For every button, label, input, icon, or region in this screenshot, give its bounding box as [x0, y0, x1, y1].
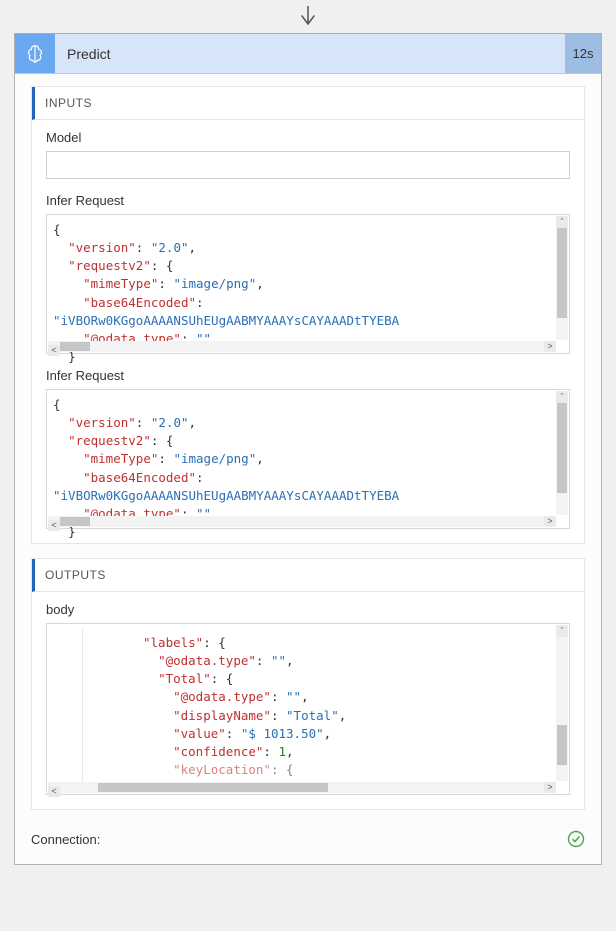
infer-request-1-label: Infer Request: [46, 193, 570, 208]
vertical-scroll-thumb[interactable]: [557, 228, 567, 318]
inputs-section: INPUTS Model Infer Request { "version": …: [31, 86, 585, 544]
scroll-up-arrow-icon[interactable]: ˆ: [556, 625, 568, 637]
infer-request-2-label: Infer Request: [46, 368, 570, 383]
body-code[interactable]: "labels": { "@odata.type": "", "Total": …: [46, 623, 570, 795]
scroll-left-arrow-icon[interactable]: <: [48, 520, 60, 531]
status-ok-icon: [567, 830, 585, 848]
vertical-scrollbar[interactable]: ˆ: [556, 216, 568, 340]
inputs-heading: INPUTS: [32, 87, 584, 120]
scroll-up-arrow-icon[interactable]: ˆ: [556, 391, 568, 403]
infer-request-1-group: Infer Request { "version": "2.0", "reque…: [46, 193, 570, 354]
vertical-scrollbar[interactable]: ˆ: [556, 391, 568, 515]
body-field-group: body "labels": { "@odata.type": "", "Tot…: [46, 602, 570, 795]
scroll-up-arrow-icon[interactable]: ˆ: [556, 216, 568, 228]
card-header: Predict 12s: [15, 34, 601, 74]
duration-badge: 12s: [565, 34, 601, 73]
horizontal-scrollbar[interactable]: < >: [48, 782, 556, 793]
model-field-group: Model: [46, 130, 570, 179]
connection-row: Connection:: [31, 824, 585, 854]
vertical-scroll-thumb[interactable]: [557, 403, 567, 493]
scroll-right-arrow-icon[interactable]: >: [544, 516, 556, 527]
infer-request-1-code[interactable]: { "version": "2.0", "requestv2": { "mime…: [46, 214, 570, 354]
horizontal-scrollbar[interactable]: < >: [48, 341, 556, 352]
flow-arrow-down: [0, 0, 616, 33]
horizontal-scroll-thumb[interactable]: [60, 517, 90, 526]
vertical-scroll-thumb[interactable]: [557, 725, 567, 765]
code-content: "labels": { "@odata.type": "", "Total": …: [82, 628, 556, 783]
body-label: body: [46, 602, 570, 617]
vertical-scrollbar[interactable]: ˆ: [556, 625, 568, 781]
model-input[interactable]: [46, 151, 570, 179]
outputs-section: OUTPUTS body "labels": { "@odata.type": …: [31, 558, 585, 810]
scroll-left-arrow-icon[interactable]: <: [48, 345, 60, 356]
infer-request-2-code[interactable]: { "version": "2.0", "requestv2": { "mime…: [46, 389, 570, 529]
horizontal-scroll-thumb[interactable]: [60, 342, 90, 351]
model-label: Model: [46, 130, 570, 145]
scroll-right-arrow-icon[interactable]: >: [544, 341, 556, 352]
scroll-right-arrow-icon[interactable]: >: [544, 782, 556, 793]
horizontal-scroll-thumb[interactable]: [98, 783, 328, 792]
infer-request-2-group: Infer Request { "version": "2.0", "reque…: [46, 368, 570, 529]
outputs-heading: OUTPUTS: [32, 559, 584, 592]
predict-card: Predict 12s INPUTS Model Infer Request {…: [14, 33, 602, 865]
scroll-left-arrow-icon[interactable]: <: [48, 786, 60, 797]
connection-label: Connection:: [31, 832, 100, 847]
horizontal-scrollbar[interactable]: < >: [48, 516, 556, 527]
card-title[interactable]: Predict: [55, 34, 565, 73]
brain-icon: [15, 34, 55, 73]
